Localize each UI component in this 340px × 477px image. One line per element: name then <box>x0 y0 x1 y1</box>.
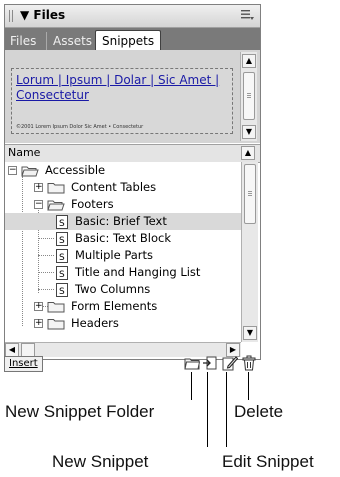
scroll-down-icon[interactable]: ▼ <box>242 125 256 139</box>
scroll-up-icon[interactable]: ▲ <box>241 146 255 160</box>
tree-item-label: Two Columns <box>75 282 151 296</box>
tree-item-two-columns[interactable]: S Two Columns <box>5 281 241 298</box>
new-snippet-folder-icon[interactable] <box>184 355 200 371</box>
snippet-icon: S <box>56 232 68 246</box>
snippet-preview: Lorum | Ipsum | Dolar | Sic Amet | Conse… <box>5 50 260 143</box>
callout-edit-snippet: Edit Snippet <box>222 452 314 471</box>
svg-text:S: S <box>59 270 65 280</box>
expand-icon[interactable]: + <box>34 319 43 328</box>
tree-item-label: Footers <box>71 197 114 211</box>
folder-open-icon <box>21 166 39 177</box>
scroll-down-icon[interactable]: ▼ <box>243 326 257 340</box>
tree-item-label: Basic: Text Block <box>75 231 171 245</box>
scroll-thumb[interactable] <box>21 343 35 357</box>
scroll-thumb[interactable] <box>243 72 255 120</box>
tab-assets[interactable]: Assets <box>46 32 92 50</box>
tree-item-multiple-parts[interactable]: S Multiple Parts <box>5 247 241 264</box>
callout-new-snippet: New Snippet <box>52 452 149 471</box>
tree-item-headers[interactable]: + Headers <box>5 315 241 332</box>
tree-item-label: Content Tables <box>71 180 157 194</box>
tab-snippets[interactable]: Snippets <box>95 30 162 51</box>
tree-item-footers[interactable]: − Footers <box>5 196 241 213</box>
list-column-header[interactable]: Name ▲ <box>5 144 260 163</box>
tree-item-label: Multiple Parts <box>75 248 154 262</box>
snippet-icon: S <box>56 266 68 280</box>
panel-grip-icon[interactable] <box>9 10 15 22</box>
svg-text:S: S <box>59 253 65 263</box>
svg-text:S: S <box>59 236 65 246</box>
column-name-label: Name <box>8 146 41 159</box>
expand-icon[interactable]: + <box>34 302 43 311</box>
snippet-icon: S <box>56 283 68 297</box>
options-menu-icon[interactable] <box>241 9 255 24</box>
list-scrollbar[interactable]: ▼ <box>241 162 258 342</box>
scroll-thumb[interactable] <box>244 164 256 224</box>
folder-open-icon <box>47 200 65 211</box>
preview-scrollbar[interactable]: ▲ ▼ <box>240 52 257 141</box>
tree-item-label: Headers <box>71 316 119 330</box>
preview-footer-text: ©2001 Lorem Ipsum Dolor Sic Amet • Conse… <box>16 124 144 130</box>
snippet-icon: S <box>56 215 68 229</box>
folder-icon <box>47 183 65 194</box>
panel-title-bar[interactable]: ▼ Files <box>5 5 260 28</box>
collapse-icon[interactable]: − <box>34 200 43 209</box>
files-panel: ▼ Files Files Assets Snippets Lorum | Ip… <box>4 4 261 360</box>
tree-item-label: Accessible <box>45 163 106 177</box>
tree-item-title-and-hanging-list[interactable]: S Title and Hanging List <box>5 264 241 281</box>
delete-icon[interactable] <box>241 355 257 371</box>
tree-item-label: Form Elements <box>71 299 158 313</box>
tree-item-label: Basic: Brief Text <box>75 214 167 228</box>
tree-item-basic-text-block[interactable]: S Basic: Text Block <box>5 230 241 247</box>
scroll-left-icon[interactable]: ◀ <box>5 343 19 357</box>
svg-text:S: S <box>59 219 65 229</box>
svg-text:S: S <box>59 287 65 297</box>
tree-item-label: Title and Hanging List <box>75 265 201 279</box>
insert-button[interactable]: Insert <box>4 356 43 372</box>
callout-new-snippet-folder: New Snippet Folder <box>5 402 155 421</box>
tree-item-content-tables[interactable]: + Content Tables <box>5 179 241 196</box>
collapse-icon[interactable]: − <box>8 166 17 175</box>
preview-links: Lorum | Ipsum | Dolar | Sic Amet | Conse… <box>16 73 220 102</box>
folder-icon <box>47 319 65 330</box>
preview-box: Lorum | Ipsum | Dolar | Sic Amet | Conse… <box>11 68 233 134</box>
edit-snippet-icon[interactable] <box>222 355 238 371</box>
new-snippet-icon[interactable] <box>202 355 218 371</box>
tab-files[interactable]: Files <box>10 32 36 50</box>
expand-icon[interactable]: + <box>34 183 43 192</box>
panel-tabs: Files Assets Snippets <box>5 28 260 51</box>
snippet-tree: − Accessible + Content Tables − Footers … <box>5 162 241 342</box>
callout-delete: Delete <box>234 402 284 421</box>
tree-item-basic-brief-text[interactable]: S Basic: Brief Text <box>5 213 241 230</box>
folder-icon <box>47 302 65 313</box>
snippet-icon: S <box>56 249 68 263</box>
scroll-up-icon[interactable]: ▲ <box>242 54 256 68</box>
panel-title[interactable]: ▼ Files <box>20 8 65 22</box>
tree-item-accessible[interactable]: − Accessible <box>5 162 241 179</box>
tree-item-form-elements[interactable]: + Form Elements <box>5 298 241 315</box>
